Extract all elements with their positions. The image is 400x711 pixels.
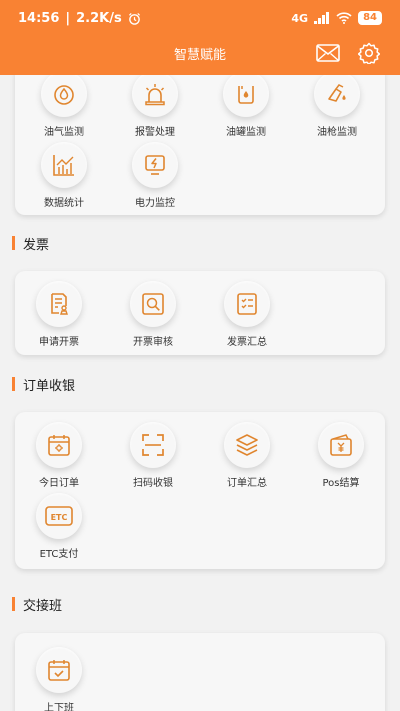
title-bar: 智慧赋能 [0, 36, 400, 72]
tank-monitor-item[interactable]: 油罐监测 [206, 75, 286, 145]
scan-icon [130, 422, 176, 468]
oil-gas-monitor-item[interactable]: 油气监测 [24, 75, 104, 145]
apply-invoice-item[interactable]: 申请开票 [19, 281, 99, 355]
shift-section-title: 交接班 [12, 595, 62, 614]
invoice-section-title: 发票 [12, 234, 49, 253]
app-header: 14:56 | 2.2K/s 4G 84 智慧赋能 [0, 0, 400, 75]
review-invoice-icon [130, 281, 176, 327]
alarm-handle-item[interactable]: 报警处理 [115, 75, 195, 145]
etc-icon: ETC [36, 493, 82, 539]
statistics-icon [41, 142, 87, 188]
order-summary-item[interactable]: 订单汇总 [207, 422, 287, 496]
review-invoice-item[interactable]: 开票审核 [113, 281, 193, 355]
network-label: 4G [291, 11, 309, 25]
scan-cashier-item[interactable]: 扫码收银 [113, 422, 193, 496]
item-label: 油罐监测 [226, 127, 266, 138]
today-order-item[interactable]: 今日订单 [19, 422, 99, 496]
item-label: 申请开票 [39, 337, 79, 348]
signal-icon [314, 12, 330, 24]
item-label: ETC支付 [39, 549, 79, 560]
status-speed: 2.2K/s [76, 10, 122, 26]
item-label: 今日订单 [39, 478, 79, 489]
apply-invoice-icon [36, 281, 82, 327]
item-label: 油枪监测 [317, 127, 357, 138]
invoice-summary-item[interactable]: 发票汇总 [207, 281, 287, 355]
status-bar: 14:56 | 2.2K/s 4G 84 [0, 0, 400, 36]
shift-card: 上下班 [15, 633, 385, 711]
invoice-summary-icon [224, 281, 270, 327]
statistics-item[interactable]: 数据统计 [24, 142, 104, 216]
item-label: 电力监控 [135, 198, 175, 209]
nozzle-icon [314, 75, 360, 117]
monitor-card: 油气监测 报警处理 油罐监测 油枪监测 数据统计 电力监控 [15, 75, 385, 215]
item-label: 数据统计 [44, 198, 84, 209]
item-label: 扫码收银 [133, 478, 173, 489]
etc-payment-item[interactable]: ETC ETC支付 [19, 493, 99, 567]
invoice-card: 申请开票 开票审核 发票汇总 [15, 271, 385, 355]
item-label: 发票汇总 [227, 337, 267, 348]
main-content[interactable]: 油气监测 报警处理 油罐监测 油枪监测 数据统计 电力监控 发票 申请开票 开票… [0, 75, 400, 711]
wallet-icon [318, 422, 364, 468]
tank-icon [223, 75, 269, 117]
svg-text:ETC: ETC [51, 513, 68, 522]
power-monitor-item[interactable]: 电力监控 [115, 142, 195, 216]
calendar-check-icon [36, 647, 82, 693]
item-label: 上下班 [44, 703, 74, 711]
oil-gas-icon [41, 75, 87, 117]
item-label: Pos结算 [322, 478, 360, 489]
gear-icon[interactable] [356, 40, 382, 66]
mail-icon[interactable] [315, 40, 341, 66]
calendar-sun-icon [36, 422, 82, 468]
alarm-icon [132, 75, 178, 117]
battery-indicator: 84 [358, 11, 382, 25]
alarm-clock-icon [128, 12, 141, 25]
order-section-title: 订单收银 [12, 375, 75, 394]
on-off-duty-item[interactable]: 上下班 [19, 647, 99, 711]
status-time: 14:56 [18, 10, 60, 26]
power-icon [132, 142, 178, 188]
pos-settlement-item[interactable]: Pos结算 [301, 422, 381, 496]
item-label: 油气监测 [44, 127, 84, 138]
item-label: 报警处理 [135, 127, 175, 138]
wifi-icon [336, 12, 352, 24]
order-card: 今日订单 扫码收银 订单汇总 Pos结算 ETC ETC支付 [15, 412, 385, 569]
layers-icon [224, 422, 270, 468]
item-label: 开票审核 [133, 337, 173, 348]
item-label: 订单汇总 [227, 478, 267, 489]
nozzle-monitor-item[interactable]: 油枪监测 [297, 75, 377, 145]
